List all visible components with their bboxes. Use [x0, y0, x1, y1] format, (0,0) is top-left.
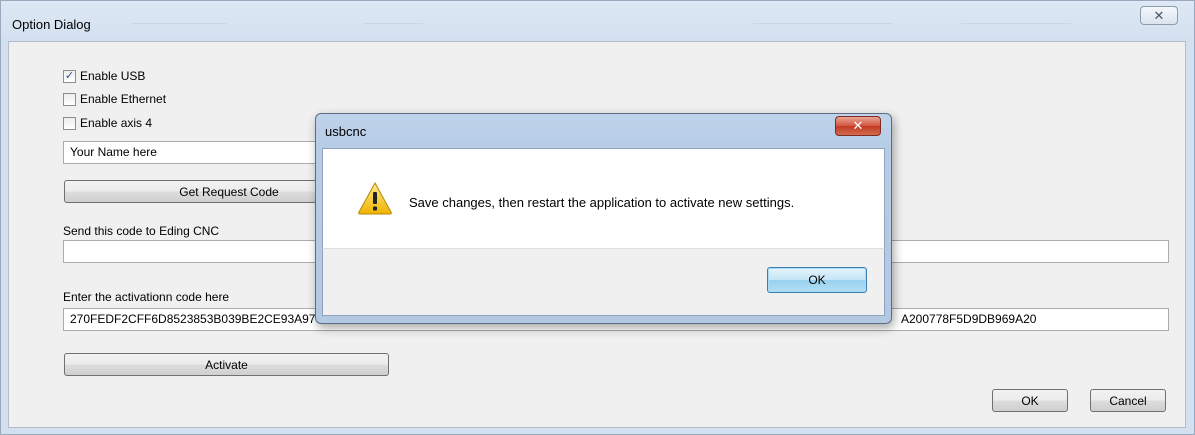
- enable-ethernet-label: Enable Ethernet: [80, 92, 167, 106]
- enable-usb-checkbox[interactable]: ✓: [63, 69, 76, 83]
- warning-icon: [358, 181, 392, 215]
- modal-body: Save changes, then restart the applicati…: [322, 148, 885, 248]
- modal-ok-button[interactable]: OK: [767, 267, 867, 293]
- enable-axis4-label: Enable axis 4: [80, 116, 153, 130]
- enable-usb-row[interactable]: ✓ Enable USB: [63, 67, 145, 85]
- ghost-titlebar-remnant: [363, 11, 423, 24]
- enable-axis4-row[interactable]: Enable axis 4: [63, 114, 152, 132]
- close-icon: ✕: [1153, 7, 1165, 23]
- ok-button[interactable]: OK: [992, 389, 1068, 412]
- enable-ethernet-checkbox[interactable]: [63, 92, 76, 106]
- enable-usb-label: Enable USB: [80, 69, 146, 83]
- modal-footer: OK: [322, 248, 885, 316]
- close-icon: ✕: [852, 118, 864, 133]
- modal-title: usbcnc: [325, 124, 367, 139]
- modal-close-button[interactable]: ✕: [835, 116, 881, 136]
- activation-code-right: A200778F5D9DB969A20: [901, 312, 1037, 326]
- usbcnc-message-dialog: usbcnc ✕ Save changes, then restart the …: [315, 113, 892, 324]
- ghost-titlebar-remnant: [753, 11, 893, 24]
- ghost-titlebar-remnant: [131, 11, 227, 24]
- enable-ethernet-row[interactable]: Enable Ethernet: [63, 90, 166, 108]
- ghost-titlebar-remnant: [961, 11, 1071, 24]
- window-close-button[interactable]: ✕: [1140, 6, 1178, 25]
- send-code-label: Send this code to Eding CNC: [63, 224, 220, 238]
- activation-code-label: Enter the activationn code here: [63, 290, 230, 304]
- cancel-button[interactable]: Cancel: [1090, 389, 1166, 412]
- activate-button[interactable]: Activate: [64, 353, 389, 376]
- modal-message: Save changes, then restart the applicati…: [409, 195, 795, 210]
- enable-axis4-checkbox[interactable]: [63, 116, 76, 130]
- window-title: Option Dialog: [12, 17, 91, 32]
- activation-code-left: 270FEDF2CFF6D8523853B039BE2CE93A97: [70, 312, 316, 326]
